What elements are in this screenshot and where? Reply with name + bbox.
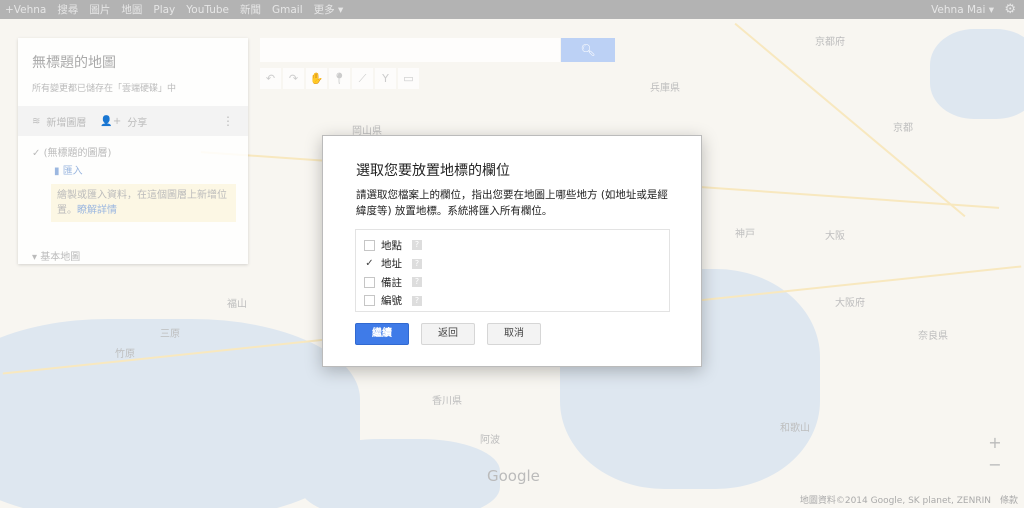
save-status: 所有變更都已儲存在「雲端硬碟」中 xyxy=(32,84,177,94)
search-input[interactable] xyxy=(260,38,560,62)
topbar-link-search[interactable]: 搜尋 xyxy=(57,2,78,17)
topbar-link-maps[interactable]: 地圖 xyxy=(121,2,142,17)
layers-icon: ≋ xyxy=(32,115,41,127)
panel-toolbar: ≋ 新增圖層 👤+ 分享 ⋮ xyxy=(18,106,248,136)
checkbox-checked[interactable]: ✓ xyxy=(364,258,375,270)
learn-more-link[interactable]: 瞭解詳情 xyxy=(77,205,117,216)
chevron-down-icon: ▾ xyxy=(32,252,41,263)
line-icon[interactable]: ⟋ xyxy=(352,68,373,89)
gear-icon[interactable]: ⚙ xyxy=(1004,2,1016,17)
layer-item[interactable]: ✓ (無標題的圖層) xyxy=(32,144,111,159)
redo-icon[interactable]: ↷ xyxy=(283,68,304,89)
help-icon[interactable]: ? xyxy=(412,277,422,288)
cancel-button[interactable]: 取消 xyxy=(487,323,541,345)
import-label: 匯入 xyxy=(62,166,83,177)
topbar-link-gmail[interactable]: Gmail xyxy=(272,4,303,16)
column-option[interactable]: 備註? xyxy=(356,273,669,292)
map-toolbar: ↶ ↷ ✋ 📍︎ ⟋ Y ▭ xyxy=(260,68,419,89)
share-button[interactable]: 分享 xyxy=(127,114,147,129)
user-menu[interactable]: Vehna Mai ▾ xyxy=(931,4,994,16)
help-icon[interactable]: ? xyxy=(412,258,422,269)
topbar-link-images[interactable]: 圖片 xyxy=(89,2,110,17)
more-options-icon[interactable]: ⋮ xyxy=(222,114,234,128)
zoom-in-button[interactable]: + xyxy=(985,432,1005,454)
add-person-icon: 👤+ xyxy=(100,115,122,127)
map-copyright[interactable]: 地圖資料©2014 Google, SK planet, ZENRIN 條款 xyxy=(800,493,1018,506)
topbar-link-youtube[interactable]: YouTube xyxy=(186,4,229,16)
check-icon: ✓ xyxy=(32,148,44,159)
topbar-link-news[interactable]: 新聞 xyxy=(240,2,261,17)
marker-icon[interactable]: 📍︎ xyxy=(329,68,350,89)
search-button[interactable]: 🔍︎ xyxy=(561,38,615,62)
help-icon[interactable]: ? xyxy=(412,295,422,306)
import-link[interactable]: ▮ 匯入 xyxy=(54,162,83,177)
back-button[interactable]: 返回 xyxy=(421,323,475,345)
dialog-title: 選取您要放置地標的欄位 xyxy=(356,163,510,179)
base-map-label: 基本地圖 xyxy=(40,252,81,263)
zoom-out-button[interactable]: − xyxy=(985,454,1005,476)
base-map-item[interactable]: ▾ 基本地圖 xyxy=(32,248,80,263)
file-icon: ▮ xyxy=(54,166,63,177)
directions-icon[interactable]: Y xyxy=(375,68,396,89)
column-label: 編號 xyxy=(381,295,402,308)
select-placemark-columns-dialog: 選取您要放置地標的欄位 請選取您檔案上的欄位，指出您要在地圖上哪些地方 (如地址… xyxy=(322,135,702,367)
column-option[interactable]: 編號? xyxy=(356,292,669,311)
topbar-link-more[interactable]: 更多 ▾ xyxy=(314,2,344,17)
map-panel: 無標題的地圖 所有變更都已儲存在「雲端硬碟」中 ≋ 新增圖層 👤+ 分享 ⋮ ✓… xyxy=(18,38,248,264)
search-icon: 🔍︎ xyxy=(580,43,596,57)
zoom-controls: + − xyxy=(985,432,1005,476)
column-label: 地址 xyxy=(381,258,402,271)
dialog-description: 請選取您檔案上的欄位，指出您要在地圖上哪些地方 (如地址或是經緯度等) 放置地標… xyxy=(356,189,668,217)
checkbox[interactable] xyxy=(364,295,375,307)
undo-icon[interactable]: ↶ xyxy=(260,68,281,89)
layer-name: (無標題的圖層) xyxy=(43,148,112,159)
column-option[interactable]: ✓ 地址? xyxy=(356,255,669,274)
column-label: 備註 xyxy=(381,276,402,289)
checkbox[interactable] xyxy=(364,276,375,288)
column-label: 地點 xyxy=(381,239,402,252)
google-logo: Google xyxy=(487,467,540,485)
continue-button[interactable]: 繼續 xyxy=(355,323,409,345)
layer-hint: 繪製或匯入資料，在這個圖層上新增位置。瞭解詳情 xyxy=(51,184,236,222)
topbar-link-plus[interactable]: +Vehna xyxy=(5,4,46,16)
hand-icon[interactable]: ✋ xyxy=(306,68,327,89)
checkbox[interactable] xyxy=(364,239,375,251)
column-option[interactable]: 地點? xyxy=(356,236,669,255)
column-list: 地點? ✓ 地址? 備註? 編號? xyxy=(355,229,670,312)
google-top-bar: +Vehna 搜尋 圖片 地圖 Play YouTube 新聞 Gmail 更多… xyxy=(0,0,1024,19)
map-title[interactable]: 無標題的地圖 xyxy=(32,52,116,72)
topbar-link-play[interactable]: Play xyxy=(153,4,175,16)
help-icon[interactable]: ? xyxy=(412,240,422,251)
add-layer-button[interactable]: 新增圖層 xyxy=(46,114,86,129)
ruler-icon[interactable]: ▭ xyxy=(398,68,419,89)
